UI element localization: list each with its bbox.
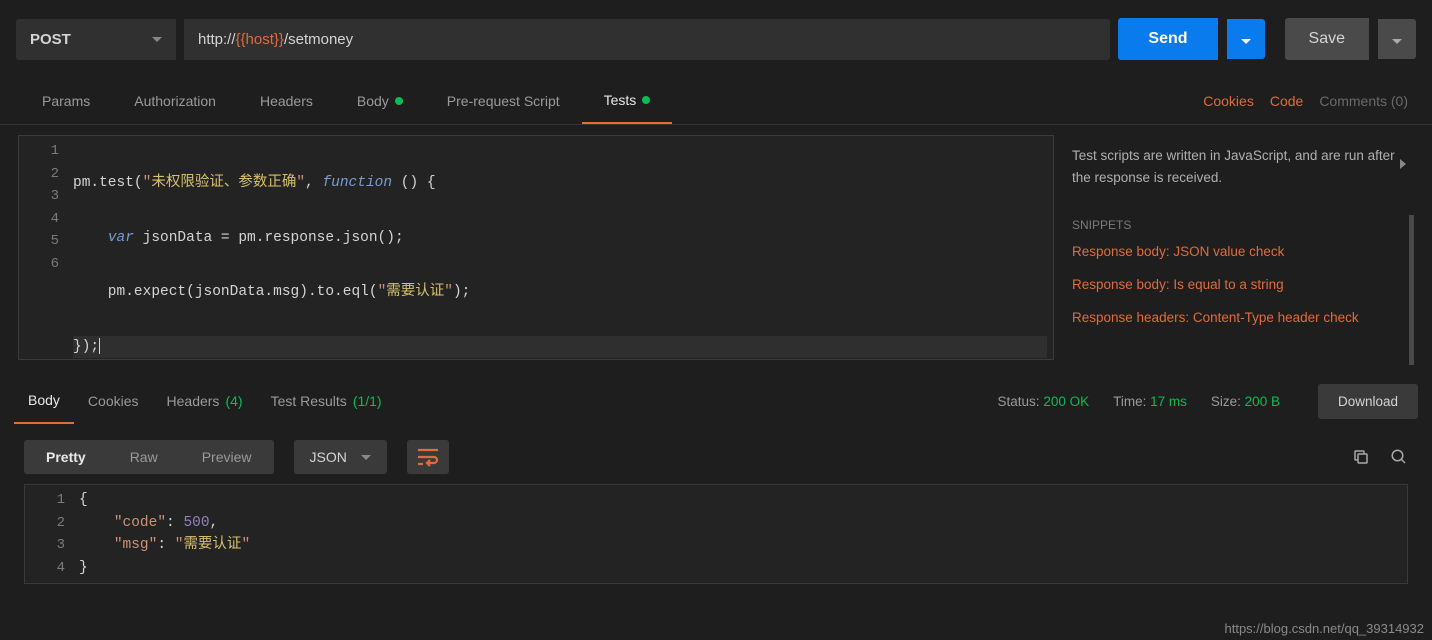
line-number: 1 [19,140,67,163]
comments-link[interactable]: Comments (0) [1319,93,1408,109]
view-raw[interactable]: Raw [108,440,180,474]
line-number: 5 [19,230,67,253]
time-meta: Time: 17 ms [1113,394,1187,409]
snippet-item[interactable]: Response body: JSON value check [1072,244,1406,259]
method-value: POST [30,31,71,48]
line-number: 2 [25,512,73,535]
testresults-count: (1/1) [353,393,382,409]
scrollbar[interactable] [1409,215,1414,365]
wrap-icon [417,447,439,467]
code-line: }); [73,336,1047,359]
panel-description: Test scripts are written in JavaScript, … [1072,145,1406,188]
tab-body[interactable]: Body [335,79,425,123]
snippets-panel: Test scripts are written in JavaScript, … [1054,135,1414,360]
json-line: "msg": "需要认证" [79,534,1401,557]
response-meta: Status: 200 OK Time: 17 ms Size: 200 B D… [998,384,1418,419]
line-number: 1 [25,489,73,512]
chevron-down-icon [152,37,162,42]
line-number: 4 [19,208,67,231]
tab-tests[interactable]: Tests [582,78,673,124]
status-value: 200 OK [1043,394,1089,409]
collapse-arrow-icon[interactable] [1400,159,1406,169]
editor-content[interactable]: pm.test("未权限验证、参数正确", function () { var … [67,136,1053,359]
save-button[interactable]: Save [1285,18,1369,60]
line-number: 2 [19,163,67,186]
send-button[interactable]: Send [1118,18,1217,60]
viewer-right-icons [1352,448,1408,466]
resp-tab-testresults[interactable]: Test Results (1/1) [257,379,396,423]
chevron-down-icon [1241,39,1251,44]
cookies-link[interactable]: Cookies [1203,93,1254,109]
right-links: Cookies Code Comments (0) [1199,79,1412,123]
cursor [99,338,100,354]
size-value: 200 B [1245,394,1280,409]
tab-params[interactable]: Params [20,79,112,123]
method-select[interactable]: POST [16,19,176,60]
viewer-row: Pretty Raw Preview JSON [0,424,1432,484]
wrap-button[interactable] [407,440,449,474]
dot-icon [642,96,650,104]
time-value: 17 ms [1150,394,1187,409]
editor-section: 1 2 3 4 5 6 pm.test("未权限验证、参数正确", functi… [0,125,1432,360]
url-input[interactable]: http://{{host}}/setmoney [184,19,1110,60]
search-icon[interactable] [1390,448,1408,466]
watermark: https://blog.csdn.net/qq_39314932 [1225,621,1425,636]
response-body: 1 2 3 4 { "code": 500, "msg": "需要认证" } [24,484,1408,584]
snippet-item[interactable]: Response body: Is equal to a string [1072,277,1406,292]
resp-tab-headers-label: Headers [167,393,220,409]
chevron-down-icon [361,455,371,460]
editor-gutter: 1 2 3 4 5 6 [19,136,67,359]
time-label: Time: [1113,394,1146,409]
response-tabs: Body Cookies Headers (4) Test Results (1/1… [0,378,1432,424]
tab-prerequest[interactable]: Pre-request Script [425,79,582,123]
response-gutter: 1 2 3 4 [25,485,73,583]
json-line: } [79,557,1401,580]
view-preview[interactable]: Preview [180,440,274,474]
code-link[interactable]: Code [1270,93,1303,109]
code-line: pm.test("未权限验证、参数正确", function () { [73,172,1047,195]
url-suffix: /setmoney [284,31,353,48]
format-value: JSON [310,449,347,465]
resp-tab-testresults-label: Test Results [271,393,347,409]
json-line: "code": 500, [79,512,1401,535]
code-editor[interactable]: 1 2 3 4 5 6 pm.test("未权限验证、参数正确", functi… [18,135,1054,360]
dot-icon [395,97,403,105]
tab-headers[interactable]: Headers [238,79,335,123]
line-number: 3 [19,185,67,208]
copy-icon[interactable] [1352,448,1370,466]
size-meta: Size: 200 B [1211,394,1280,409]
url-prefix: http:// [198,31,236,48]
json-line: { [79,489,1401,512]
resp-tab-cookies[interactable]: Cookies [74,379,153,423]
url-variable: {{host}} [236,31,284,48]
size-label: Size: [1211,394,1241,409]
snippets-header: SNIPPETS [1072,218,1406,232]
tab-tests-label: Tests [604,92,637,108]
chevron-down-icon [1392,39,1402,44]
tab-authorization[interactable]: Authorization [112,79,238,123]
line-number: 3 [25,534,73,557]
line-number: 4 [25,557,73,580]
code-line: pm.expect(jsonData.msg).to.eql("需要认证"); [73,281,1047,304]
send-dropdown[interactable] [1227,19,1265,59]
headers-count: (4) [225,393,242,409]
request-tabs: Params Authorization Headers Body Pre-re… [0,78,1432,125]
resp-tab-headers[interactable]: Headers (4) [153,379,257,423]
format-select[interactable]: JSON [294,440,387,474]
status-label: Status: [998,394,1040,409]
line-number: 6 [19,253,67,276]
response-content[interactable]: { "code": 500, "msg": "需要认证" } [73,485,1407,583]
view-pretty[interactable]: Pretty [24,440,108,474]
resp-tab-body[interactable]: Body [14,378,74,424]
tab-body-label: Body [357,93,389,109]
download-button[interactable]: Download [1318,384,1418,419]
snippet-item[interactable]: Response headers: Content-Type header ch… [1072,310,1406,325]
code-line: var jsonData = pm.response.json(); [73,227,1047,250]
status-meta: Status: 200 OK [998,394,1090,409]
save-dropdown[interactable] [1378,19,1416,59]
request-bar: POST http://{{host}}/setmoney Send Save [0,0,1432,78]
